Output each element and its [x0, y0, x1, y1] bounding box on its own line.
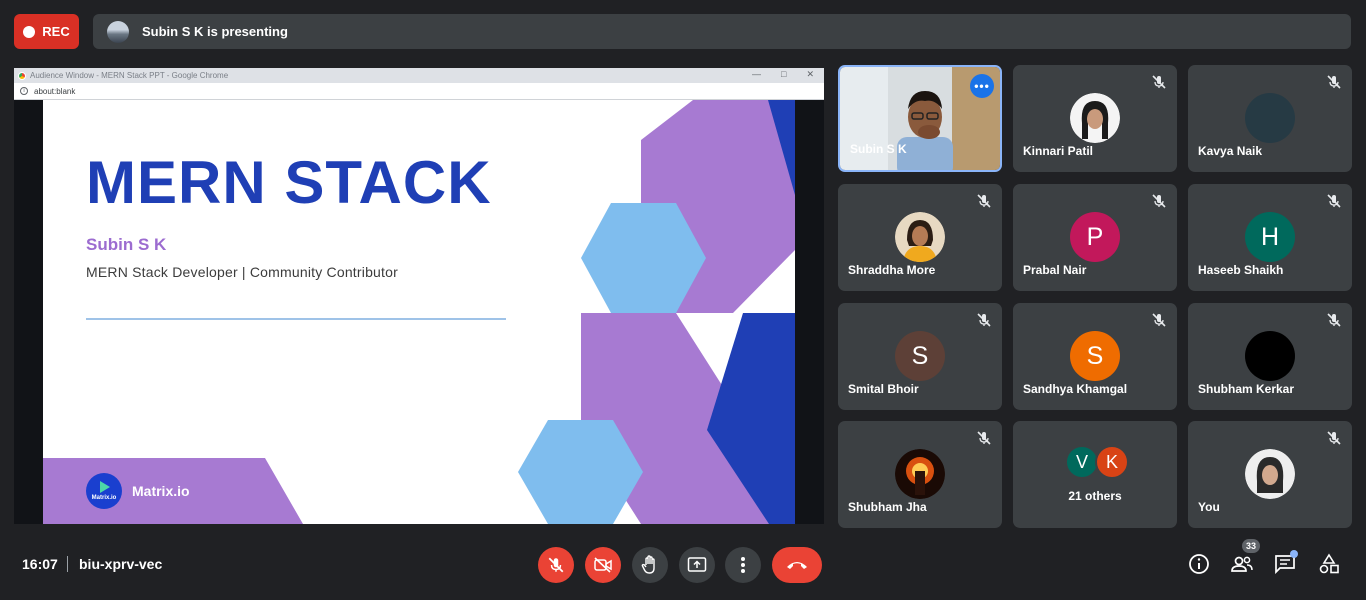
participant-name: Haseeb Shaikh [1198, 263, 1284, 277]
mic-off-icon [977, 194, 991, 208]
mic-off-icon [977, 431, 991, 445]
mic-off-icon [548, 557, 564, 573]
more-options-button[interactable] [725, 547, 761, 583]
people-count-badge: 33 [1242, 539, 1260, 553]
participant-name: Shubham Jha [848, 500, 927, 514]
participant-avatar: P [1070, 212, 1120, 262]
slide-brand: Matrix.io Matrix.io [86, 473, 190, 509]
participant-avatar: S [1070, 331, 1120, 381]
participant-name: Prabal Nair [1023, 263, 1087, 277]
mic-off-icon [1152, 194, 1166, 208]
slide-divider [86, 318, 506, 320]
participant-name: Sandhya Khamgal [1023, 382, 1128, 396]
presenter-avatar [107, 20, 129, 43]
participant-name: You [1198, 500, 1220, 514]
mic-off-icon [1327, 313, 1341, 327]
participant-tile-shubham-jha[interactable]: Shubham Jha [838, 421, 1002, 528]
chat-notification-dot [1290, 550, 1298, 558]
hand-icon [641, 555, 655, 574]
participant-tile-smital[interactable]: S Smital Bhoir [838, 303, 1002, 410]
mic-off-icon [1327, 75, 1341, 89]
chrome-icon [18, 71, 26, 80]
present-screen-icon [687, 557, 707, 572]
activities-icon [1319, 553, 1339, 574]
participant-name: Smital Bhoir [848, 382, 919, 396]
info-icon [1189, 554, 1209, 574]
minimize-icon: — [752, 69, 762, 79]
participant-avatar [1245, 93, 1295, 143]
leave-call-button[interactable] [772, 547, 822, 583]
slide-presenter-name: Subin S K [86, 235, 167, 254]
window-controls: — □ ✕ [752, 69, 814, 80]
close-icon: ✕ [806, 69, 814, 79]
participant-photo [1245, 449, 1295, 499]
browser-title-bar: Audience Window - MERN Stack PPT - Googl… [14, 68, 824, 83]
recording-indicator[interactable]: REC [14, 14, 79, 49]
present-screen-button[interactable] [679, 547, 715, 583]
people-icon [1231, 556, 1253, 572]
participant-photo [895, 212, 945, 262]
matrix-logo: Matrix.io [86, 473, 122, 509]
screen-share: Audience Window - MERN Stack PPT - Googl… [14, 68, 824, 524]
participant-tile-you[interactable]: You [1188, 421, 1352, 528]
presenting-banner: Subin S K is presenting [93, 14, 1351, 49]
participant-name: Subin S K [850, 142, 907, 156]
participant-tile-sandhya[interactable]: S Sandhya Khamgal [1013, 303, 1177, 410]
mic-off-icon [1152, 313, 1166, 327]
record-dot-icon [23, 25, 36, 38]
presenting-text: Subin S K is presenting [142, 24, 288, 39]
others-count: 21 others [1068, 489, 1122, 503]
participant-name: Kavya Naik [1198, 144, 1263, 158]
browser-address-bar: i about:blank [14, 83, 824, 100]
others-avatar-k: K [1095, 445, 1129, 479]
more-options-icon[interactable]: ••• [970, 74, 994, 98]
maximize-icon: □ [781, 69, 787, 79]
camera-toggle-button[interactable] [585, 547, 621, 583]
more-vert-icon [741, 557, 745, 573]
participant-photo [1070, 93, 1120, 143]
participant-name: Kinnari Patil [1023, 144, 1094, 158]
others-tile[interactable]: V K 21 others [1013, 421, 1177, 528]
participant-photo [895, 449, 945, 499]
participant-avatar: H [1245, 212, 1295, 262]
mic-toggle-button[interactable] [538, 547, 574, 583]
others-avatar-v: V [1065, 445, 1099, 479]
activities-button[interactable] [1316, 551, 1342, 577]
mic-off-icon [1152, 75, 1166, 89]
meeting-code[interactable]: biu-xprv-vec [79, 556, 162, 572]
participant-tile-shraddha[interactable]: Shraddha More [838, 184, 1002, 291]
participant-tile-prabal[interactable]: P Prabal Nair [1013, 184, 1177, 291]
browser-window-title: Audience Window - MERN Stack PPT - Googl… [30, 71, 229, 80]
people-button[interactable] [1229, 551, 1255, 577]
presenter-video [897, 91, 953, 170]
participant-avatar: S [895, 331, 945, 381]
mic-off-icon [977, 313, 991, 327]
participant-name: Shubham Kerkar [1198, 382, 1295, 396]
camera-off-icon [594, 557, 612, 573]
participant-avatar [1245, 331, 1295, 381]
slide-title: MERN STACK [86, 149, 492, 216]
participant-tile-shubham-kerkar[interactable]: Shubham Kerkar [1188, 303, 1352, 410]
others-avatars: V K [1065, 445, 1135, 479]
info-icon: i [20, 87, 28, 95]
participant-tile-kinnari[interactable]: Kinnari Patil [1013, 65, 1177, 172]
mic-off-icon [1327, 194, 1341, 208]
mic-off-icon [1327, 431, 1341, 445]
participant-tile-subin[interactable]: ••• Subin S K [838, 65, 1002, 172]
hang-up-icon [787, 562, 807, 569]
meeting-time: 16:07 [22, 556, 58, 572]
participant-name: Shraddha More [848, 263, 936, 277]
presentation-slide: MERN STACK Subin S K MERN Stack Develope… [43, 100, 795, 524]
browser-url: about:blank [34, 86, 76, 96]
rec-label: REC [42, 24, 70, 39]
divider [67, 556, 68, 572]
slide-subtitle: MERN Stack Developer | Community Contrib… [86, 264, 398, 280]
participant-tile-kavya[interactable]: Kavya Naik [1188, 65, 1352, 172]
meeting-details-button[interactable] [1186, 551, 1212, 577]
participant-tile-haseeb[interactable]: H Haseeb Shaikh [1188, 184, 1352, 291]
raise-hand-button[interactable] [632, 547, 668, 583]
brand-name: Matrix.io [132, 483, 190, 499]
